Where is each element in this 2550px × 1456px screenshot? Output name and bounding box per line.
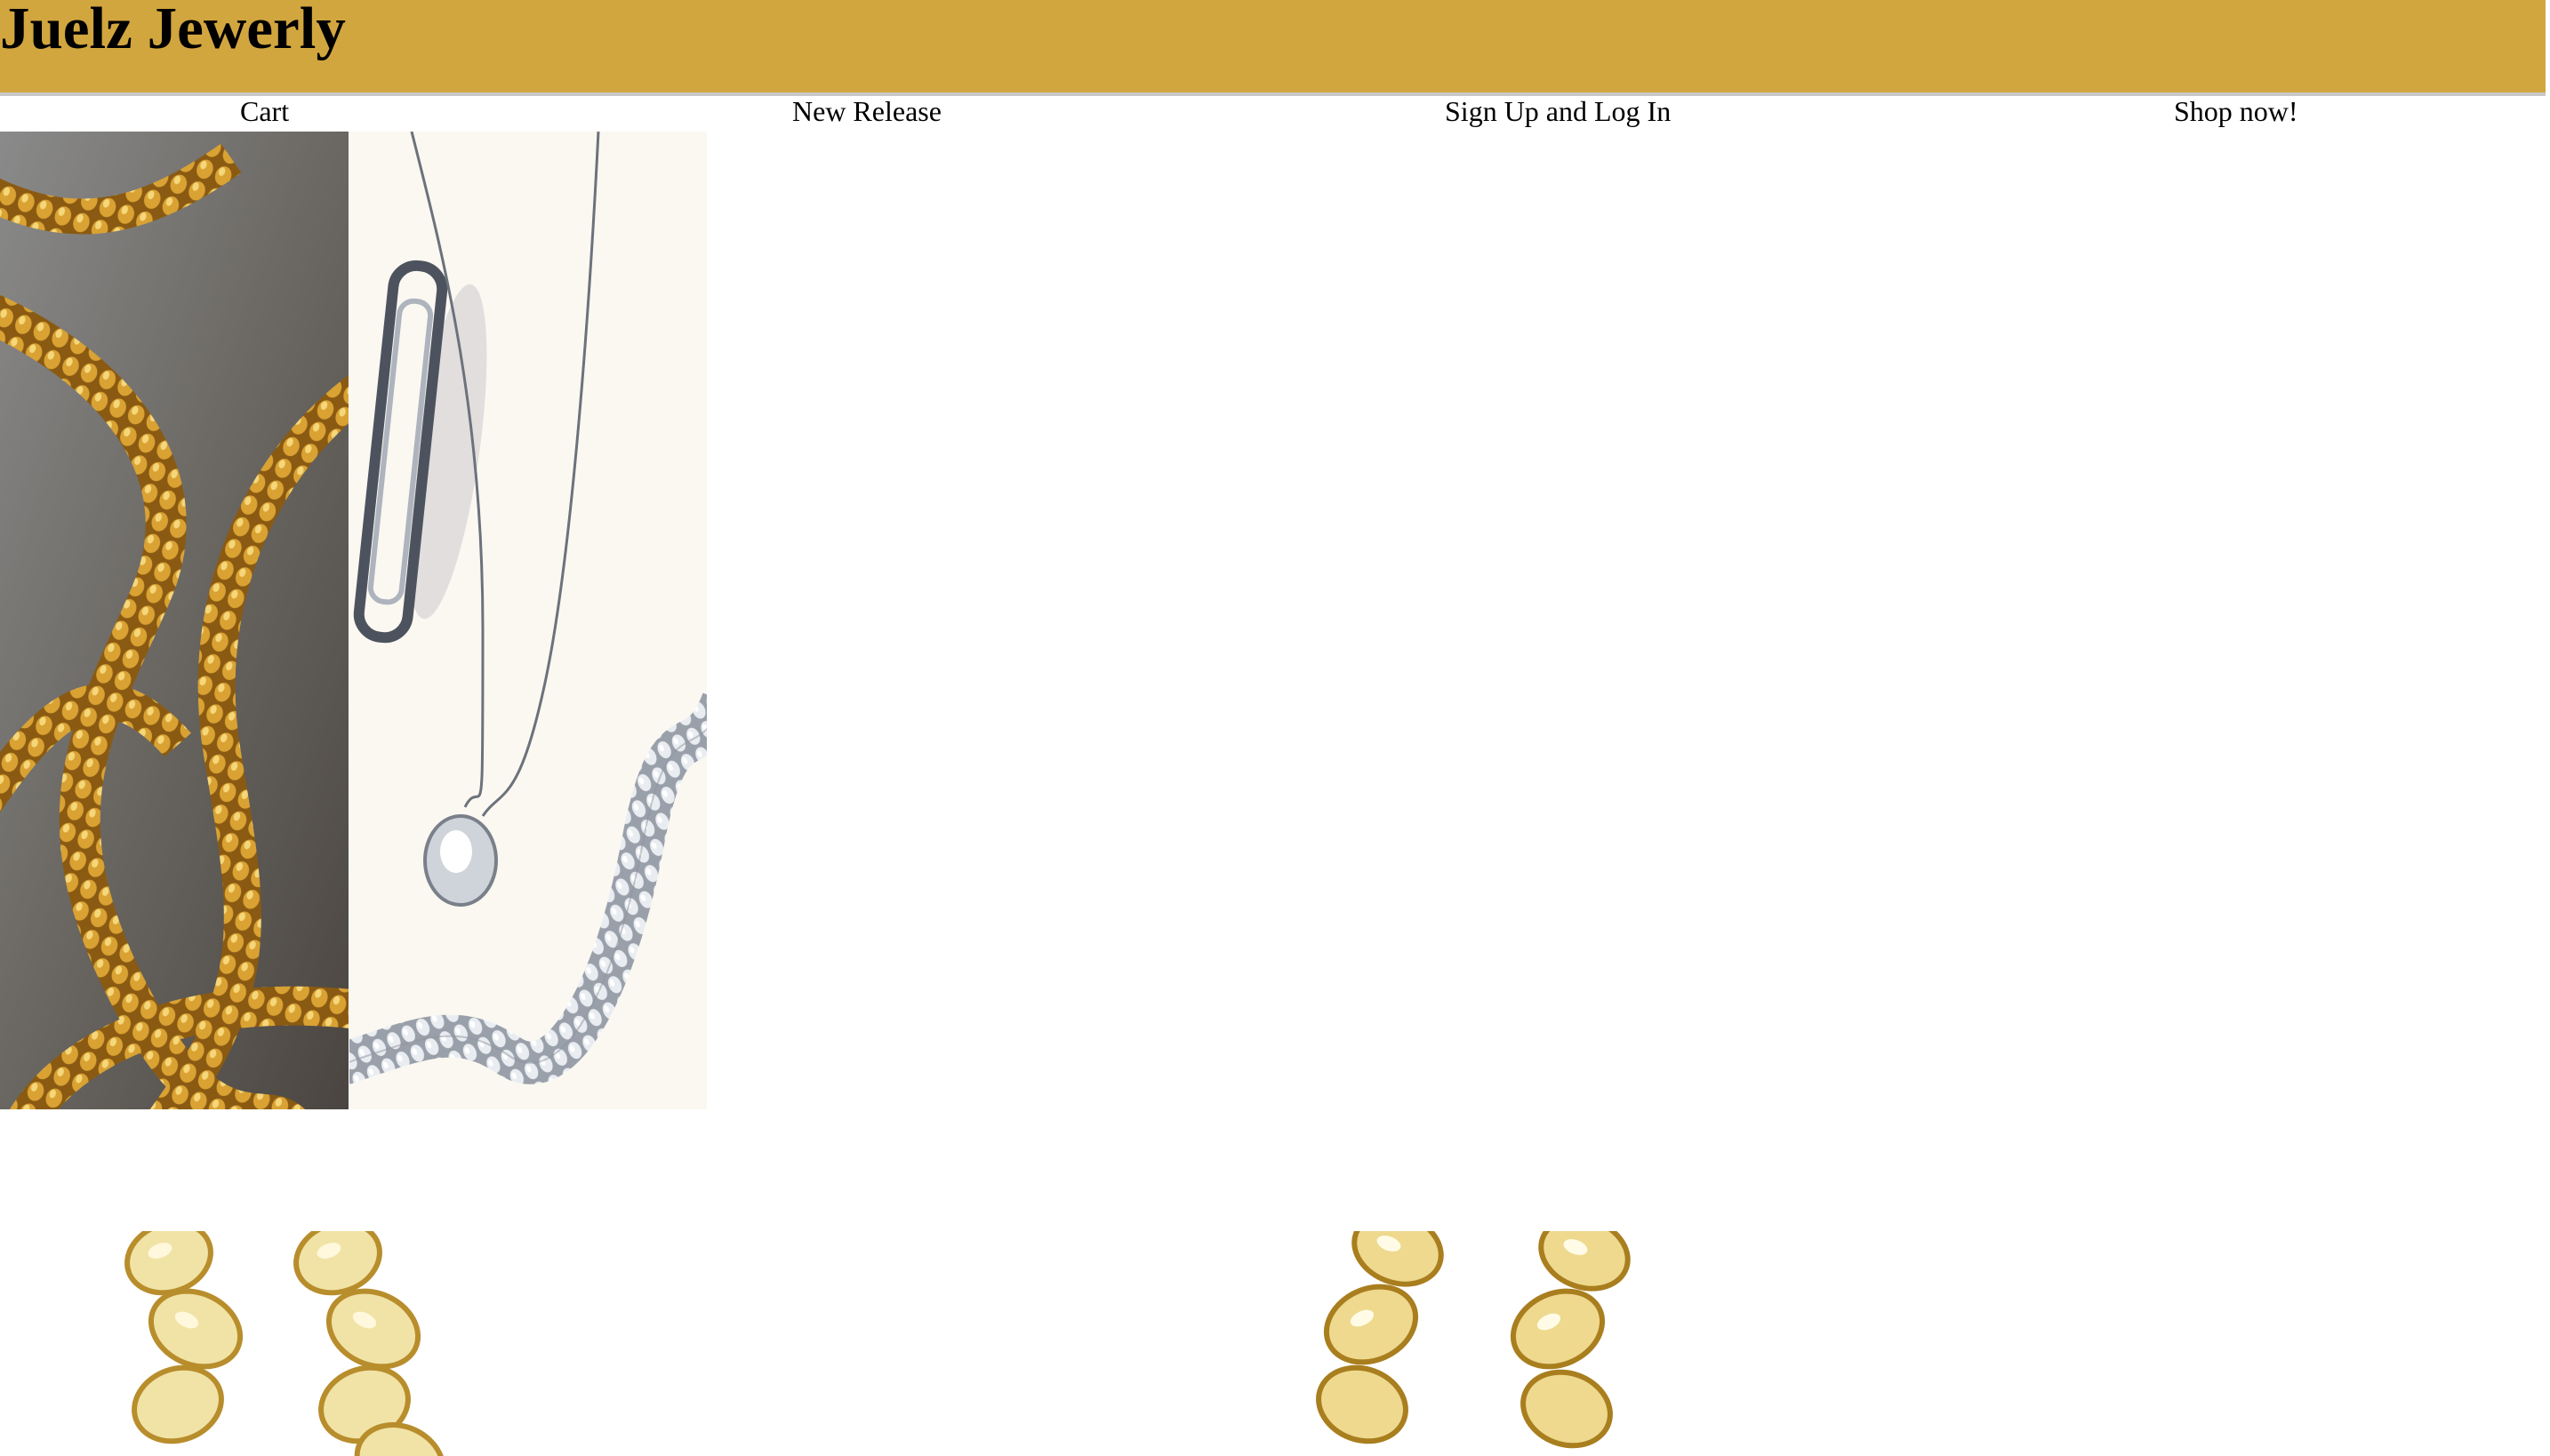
site-title: Juelz Jewerly xyxy=(0,0,346,61)
gold-chain-hero-image xyxy=(0,132,349,1109)
nav-link-sign-up-log-in[interactable]: Sign Up and Log In xyxy=(1445,91,1671,132)
nav-link-new-release[interactable]: New Release xyxy=(792,91,942,132)
gold-cuban-chain-product-image[interactable] xyxy=(107,1231,489,1456)
silver-jewelry-hero-image xyxy=(349,132,707,1109)
site-header: Juelz Jewerly xyxy=(0,0,2546,96)
nav-link-cart[interactable]: Cart xyxy=(240,91,289,132)
gold-cuban-chain-product-image[interactable] xyxy=(1300,1231,1675,1456)
nav-link-shop-now[interactable]: Shop now! xyxy=(2174,91,2298,132)
